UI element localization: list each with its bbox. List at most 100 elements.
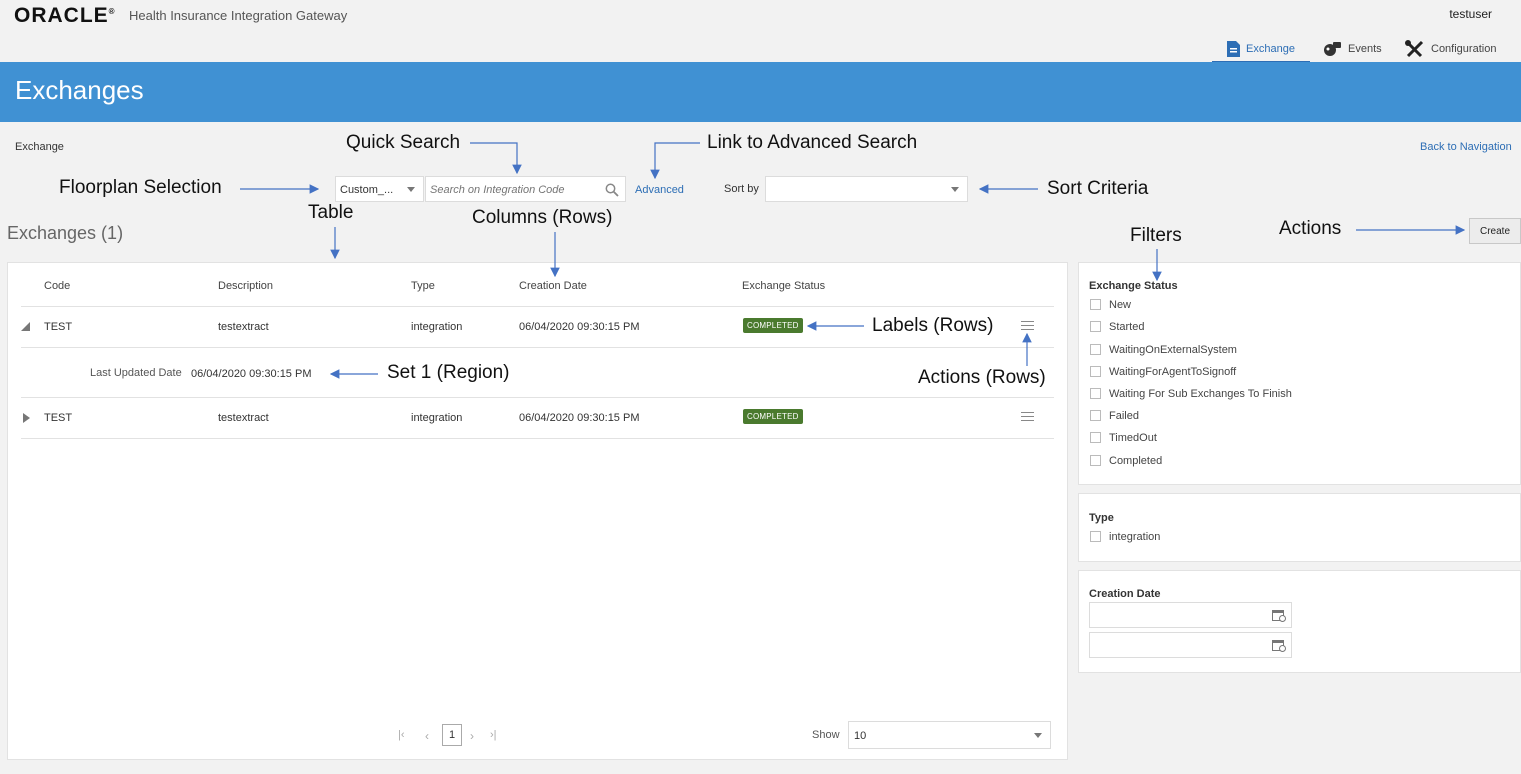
filter-checkbox-waiting-external[interactable]	[1090, 344, 1101, 355]
previous-page-icon[interactable]: ‹	[425, 729, 429, 743]
page-size-value: 10	[854, 730, 867, 742]
column-header-creation-date[interactable]: Creation Date	[519, 280, 587, 292]
detail-value: 06/04/2020 09:30:15 PM	[191, 368, 312, 380]
cell-type: integration	[411, 412, 463, 424]
events-icon	[1324, 42, 1341, 56]
search-field[interactable]	[425, 176, 626, 202]
filter-checkbox-started[interactable]	[1090, 321, 1101, 332]
back-to-navigation-link[interactable]: Back to Navigation	[1420, 141, 1512, 153]
filter-option-label: WaitingForAgentToSignoff	[1109, 366, 1237, 378]
annotation-actions-rows: Actions (Rows)	[918, 367, 1046, 388]
cell-type: integration	[411, 321, 463, 333]
advanced-search-link[interactable]: Advanced	[635, 184, 684, 196]
creation-date-from-input[interactable]	[1089, 602, 1292, 628]
filter-option-label: Started	[1109, 321, 1145, 333]
cell-creation-date: 06/04/2020 09:30:15 PM	[519, 412, 640, 424]
annotation-actions: Actions	[1279, 218, 1342, 239]
tab-exchange-label: Exchange	[1246, 42, 1295, 55]
tools-icon	[1405, 39, 1424, 57]
last-page-icon[interactable]: ›|	[490, 729, 497, 741]
floorplan-select[interactable]: Custom_...	[335, 176, 424, 202]
arrow-quick-search	[470, 142, 522, 175]
exchanges-count-title: Exchanges (1)	[7, 223, 124, 243]
filter-option-label: WaitingOnExternalSystem	[1109, 344, 1237, 356]
divider	[21, 397, 1054, 398]
cell-creation-date: 06/04/2020 09:30:15 PM	[519, 321, 640, 333]
filter-option-label: Completed	[1109, 455, 1163, 467]
row-actions-menu-icon[interactable]	[1021, 321, 1034, 330]
title-banner	[0, 62, 1521, 122]
annotation-advanced-search: Link to Advanced Search	[707, 132, 918, 153]
detail-label: Last Updated Date	[90, 367, 182, 379]
annotation-sort-criteria: Sort Criteria	[1047, 178, 1149, 199]
filter-option-label: TimedOut	[1109, 432, 1157, 444]
divider	[21, 347, 1054, 348]
filter-checkbox-waiting-agent[interactable]	[1090, 366, 1101, 377]
chevron-down-icon	[951, 187, 959, 192]
filter-checkbox-timedout[interactable]	[1090, 432, 1101, 443]
tab-events[interactable]: Events	[1322, 36, 1382, 61]
annotation-filters: Filters	[1130, 225, 1182, 246]
type-filter-panel	[1078, 493, 1521, 562]
column-header-description[interactable]: Description	[218, 280, 273, 292]
current-page[interactable]: 1	[442, 724, 462, 746]
column-header-type[interactable]: Type	[411, 280, 435, 292]
filter-checkbox-failed[interactable]	[1090, 410, 1101, 421]
first-page-icon[interactable]: |‹	[398, 729, 405, 741]
cell-code: TEST	[44, 412, 73, 424]
status-badge: COMPLETED	[743, 318, 803, 333]
filter-option-label: Failed	[1109, 410, 1139, 422]
show-label: Show	[812, 729, 840, 741]
tab-configuration[interactable]: Configuration	[1405, 36, 1496, 61]
oracle-logo: ORACLE®	[14, 4, 116, 27]
row-actions-menu-icon[interactable]	[1021, 412, 1034, 421]
next-page-icon[interactable]: ›	[470, 729, 474, 743]
cell-description: testextract	[218, 412, 269, 424]
page-size-select[interactable]: 10	[848, 721, 1051, 749]
sort-label: Sort by	[724, 183, 759, 195]
app-name: Health Insurance Integration Gateway	[129, 8, 348, 23]
filter-title-type: Type	[1089, 512, 1114, 524]
search-icon[interactable]	[605, 183, 619, 197]
tab-configuration-label: Configuration	[1431, 42, 1497, 55]
annotation-columns: Columns (Rows)	[472, 207, 613, 228]
floorplan-value: Custom_...	[340, 184, 394, 196]
column-header-exchange-status[interactable]: Exchange Status	[742, 280, 825, 292]
filter-title-creation-date: Creation Date	[1089, 588, 1161, 600]
annotation-quick-search: Quick Search	[346, 132, 461, 153]
breadcrumb: Exchange	[15, 141, 64, 153]
filter-checkbox-waiting-sub[interactable]	[1090, 388, 1101, 399]
filter-title-exchange-status: Exchange Status	[1089, 280, 1178, 292]
calendar-icon[interactable]	[1272, 639, 1286, 652]
creation-date-to-input[interactable]	[1089, 632, 1292, 658]
annotation-table: Table	[308, 202, 354, 223]
divider	[21, 438, 1054, 439]
annotation-floorplan: Floorplan Selection	[59, 177, 222, 198]
document-icon	[1227, 40, 1241, 57]
arrow-advanced-search	[650, 142, 700, 180]
sort-select[interactable]	[765, 176, 968, 202]
calendar-icon[interactable]	[1272, 609, 1286, 622]
tab-events-label: Events	[1348, 42, 1382, 55]
filter-option-label: Waiting For Sub Exchanges To Finish	[1109, 388, 1292, 400]
search-input[interactable]	[428, 180, 602, 200]
expand-triangle-icon[interactable]	[23, 413, 30, 423]
user-name[interactable]: testuser	[1449, 7, 1492, 21]
divider	[21, 306, 1054, 307]
annotation-set1: Set 1 (Region)	[387, 362, 510, 383]
cell-description: testextract	[218, 321, 269, 333]
collapse-triangle-icon[interactable]	[21, 322, 30, 331]
create-button[interactable]: Create	[1469, 218, 1521, 244]
filter-checkbox-completed[interactable]	[1090, 455, 1101, 466]
filter-option-label: New	[1109, 299, 1132, 311]
column-header-code[interactable]: Code	[44, 280, 70, 292]
cell-code: TEST	[44, 321, 73, 333]
chevron-down-icon	[407, 187, 415, 192]
status-badge: COMPLETED	[743, 409, 803, 424]
page-title: Exchanges	[15, 75, 144, 105]
filter-option-label: integration	[1109, 531, 1161, 543]
tab-exchange[interactable]: Exchange	[1212, 36, 1310, 64]
filter-checkbox-integration[interactable]	[1090, 531, 1101, 542]
filter-checkbox-new[interactable]	[1090, 299, 1101, 310]
annotation-labels: Labels (Rows)	[872, 315, 994, 336]
